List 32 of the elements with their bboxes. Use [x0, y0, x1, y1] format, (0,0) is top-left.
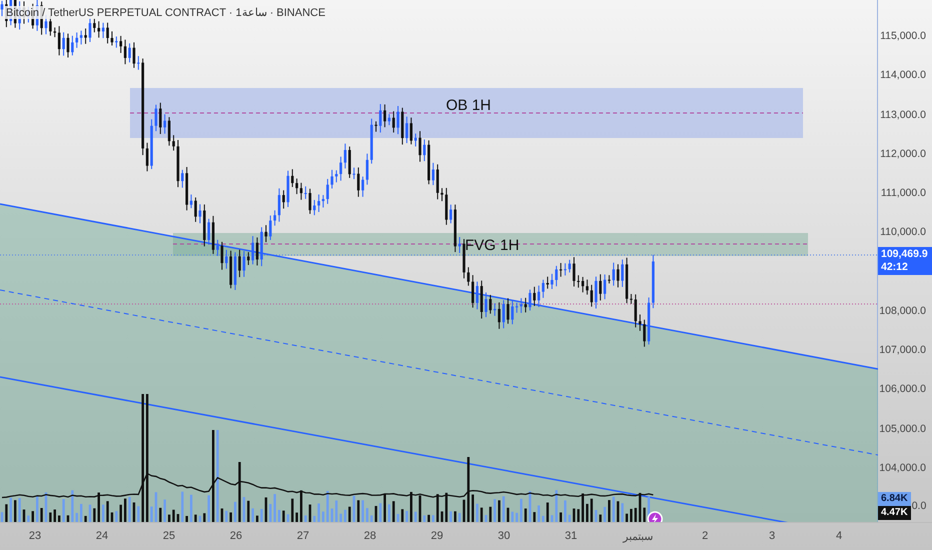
price-label: 112,000.0: [880, 148, 926, 160]
price-label: 115,000.0: [880, 30, 926, 42]
date-label: 31: [564, 530, 578, 542]
price-label: 108,000.0: [879, 304, 926, 317]
date-label: 27: [296, 530, 310, 542]
date-label: 26: [230, 530, 242, 542]
volume-badge: 6.84K: [878, 492, 911, 506]
price-label: 110,000.0: [880, 226, 926, 238]
date-label: 3: [768, 530, 776, 542]
price-label: 107,000.0: [879, 344, 926, 356]
chart-title: Bitcoin / TetherUS PERPETUAL CONTRACT · 1ساعة · BINANCE: [4, 6, 328, 19]
volume-badge: 4.47K: [878, 506, 911, 520]
price-label: 105,000.0: [879, 422, 926, 435]
price-label: 0.0: [912, 500, 926, 512]
price-label: 114,000.0: [880, 69, 926, 82]
zone-label: FVG 1H: [465, 237, 520, 254]
date-label: 4: [836, 530, 842, 542]
price-label: 106,000.0: [879, 383, 926, 396]
lightning-icon[interactable]: [647, 511, 663, 522]
date-label: 24: [96, 530, 108, 542]
date-label: 2: [702, 530, 708, 542]
price-label: 111,000.0: [880, 187, 926, 200]
date-label: 25: [162, 530, 176, 542]
date-label: 30: [498, 530, 510, 542]
date-label: 29: [430, 530, 444, 542]
date-label: 23: [28, 530, 42, 542]
date-label: سبتمبر: [623, 530, 653, 543]
last-price-badge: 109,469.9 42:12: [878, 247, 932, 275]
zone-label: OB 1H: [446, 97, 492, 114]
price-label: 104,000.0: [879, 462, 926, 474]
price-label: 113,000.0: [880, 108, 926, 121]
date-label: 28: [364, 530, 376, 542]
